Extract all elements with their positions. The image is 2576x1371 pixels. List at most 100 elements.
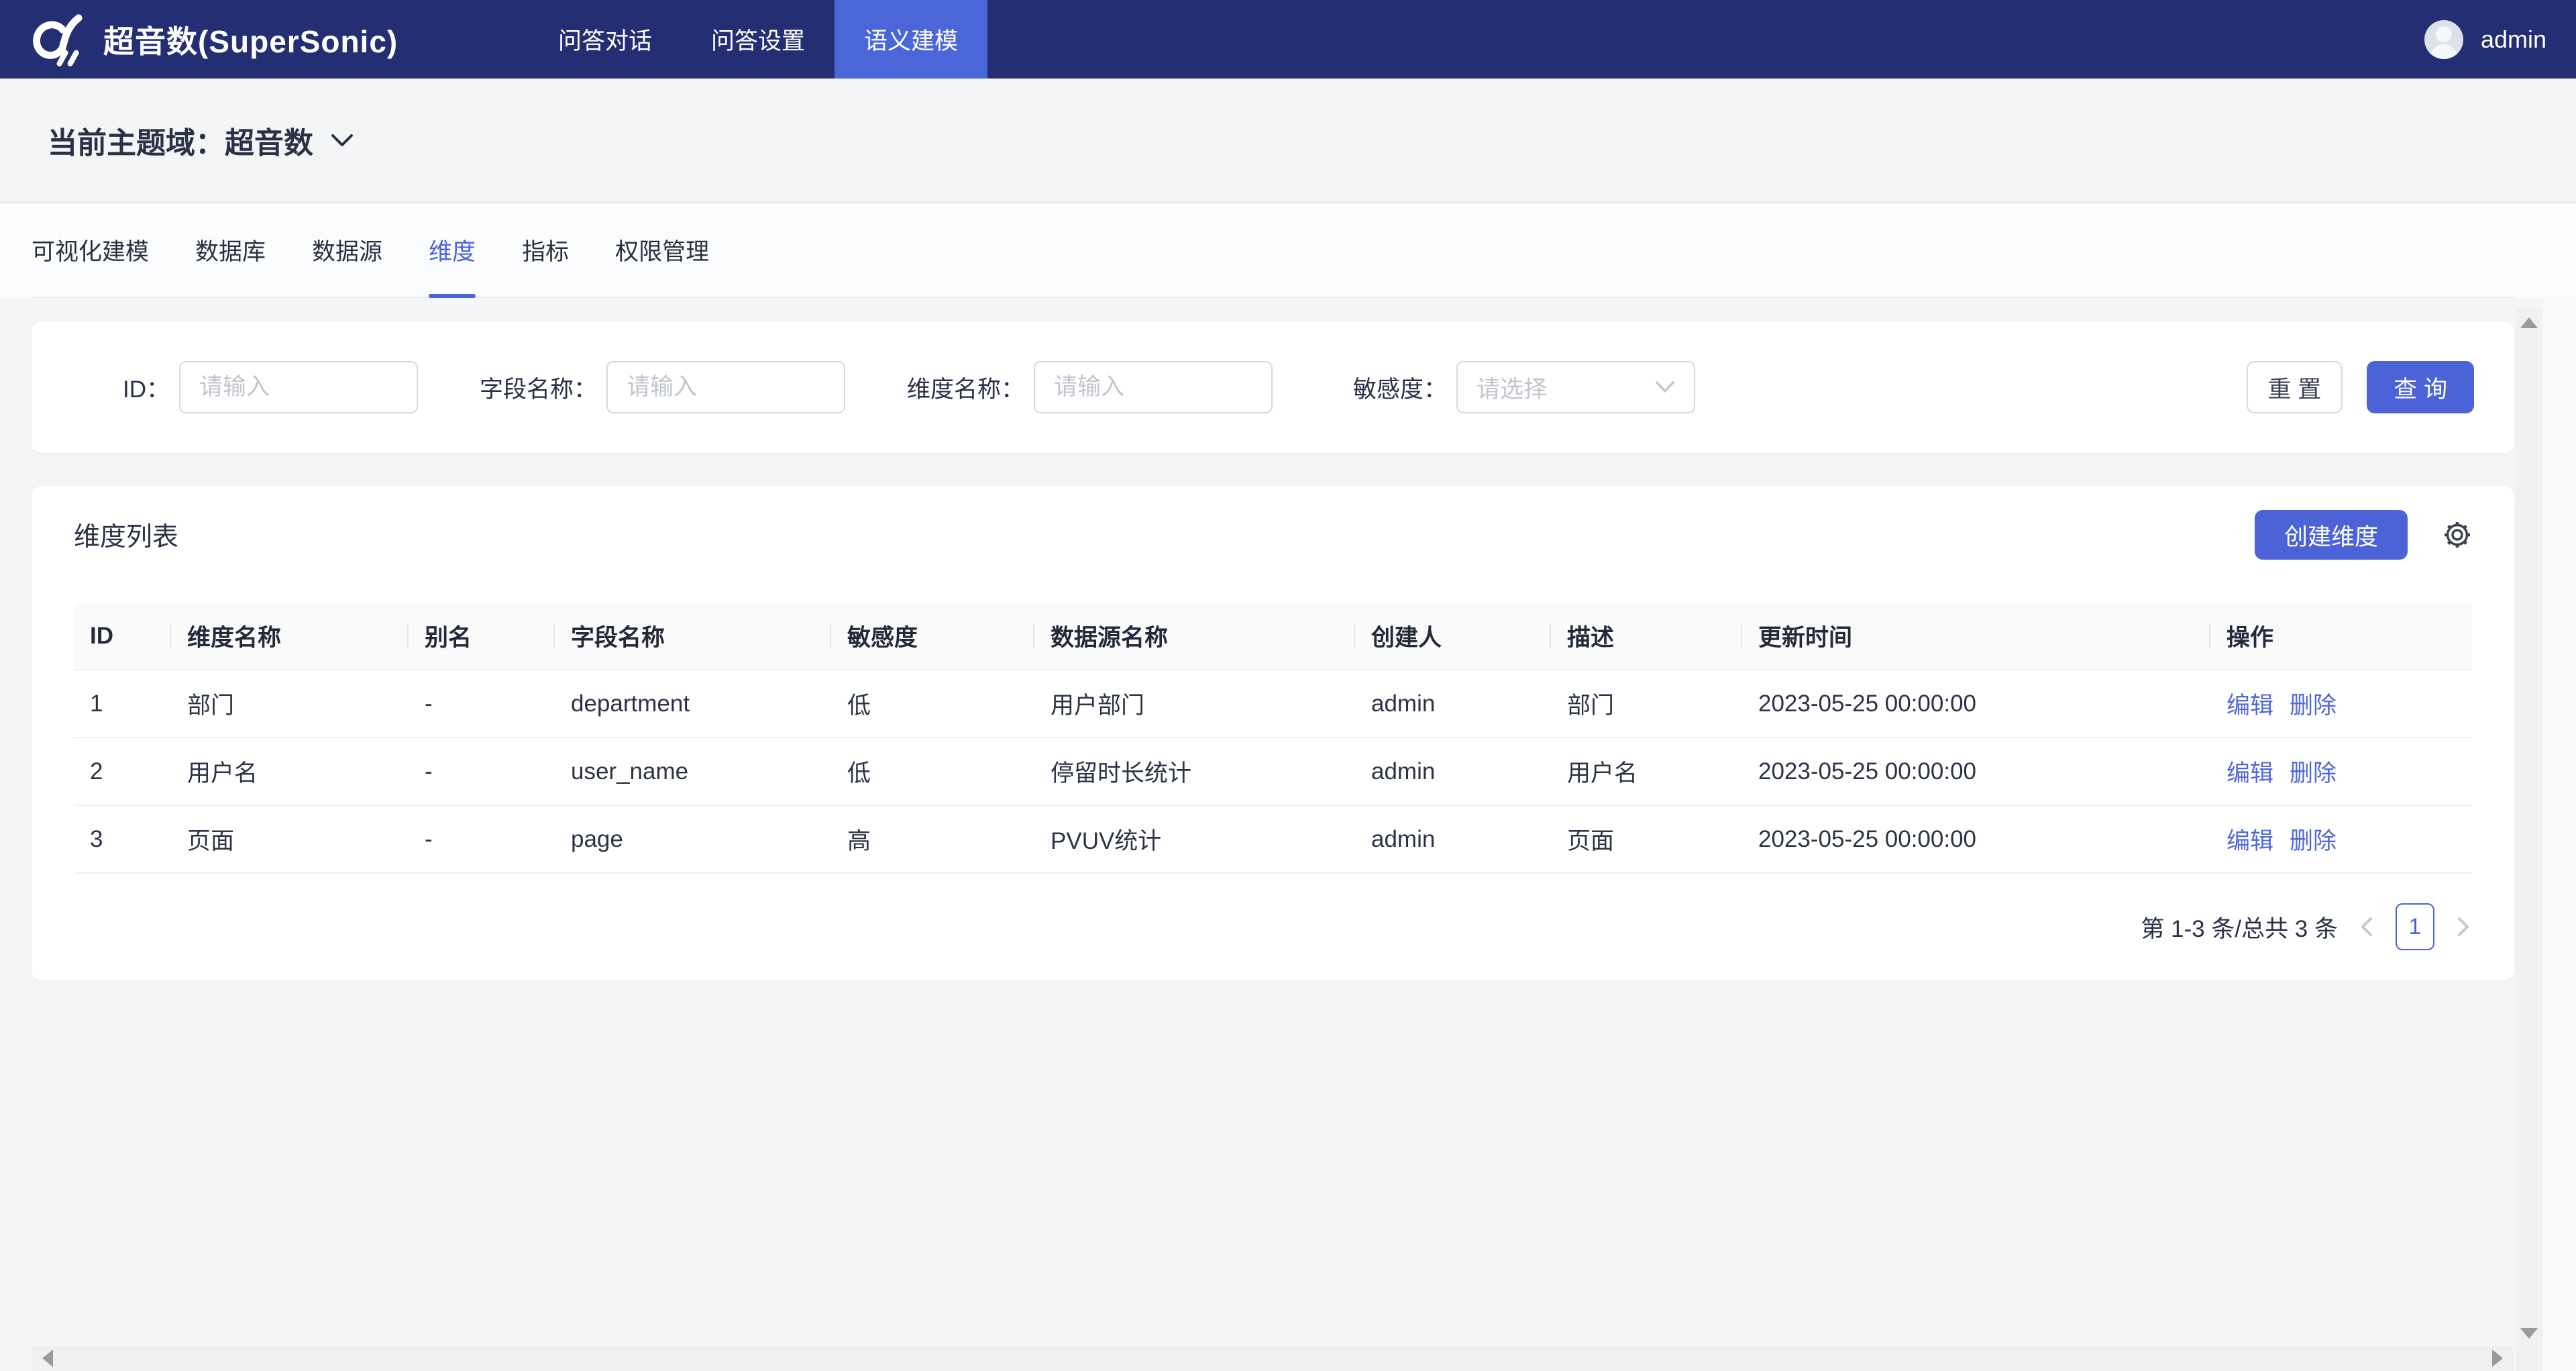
nav-item-问答对话[interactable]: 问答对话 (529, 0, 682, 79)
dimension-list-panel: 维度列表 创建维度 (32, 486, 2514, 980)
domain-bar: 当前主题域：超音数 (0, 79, 2576, 203)
tab-数据源[interactable]: 数据源 (312, 203, 382, 297)
scroll-down-arrow-icon[interactable] (2520, 1328, 2538, 1339)
table-cell-actions: 编辑删除 (2210, 670, 2472, 738)
column-header-敏感度: 敏感度 (831, 603, 1034, 670)
table-cell-actions: 编辑删除 (2210, 805, 2472, 873)
table-row: 1部门-department低用户部门admin部门2023-05-25 00:… (74, 670, 2472, 738)
tab-可视化建模[interactable]: 可视化建模 (32, 203, 149, 297)
delete-link[interactable]: 删除 (2290, 760, 2337, 786)
search-button[interactable]: 查 询 (2367, 361, 2474, 413)
table-cell: department (555, 670, 831, 738)
filter-panel: ID： 字段名称： 维度名称： 敏感度： 请选择 重 置 查 询 (32, 321, 2514, 453)
scroll-right-arrow-icon[interactable] (2492, 1350, 2503, 1367)
filter-item-id: ID： (123, 361, 418, 413)
user-menu[interactable]: admin (2424, 20, 2546, 59)
top-navbar: 超音数(SuperSonic) 问答对话问答设置语义建模 admin (0, 0, 2576, 79)
id-label: ID： (123, 370, 170, 405)
edit-link[interactable]: 编辑 (2226, 828, 2273, 854)
app-root: 超音数(SuperSonic) 问答对话问答设置语义建模 admin 当前主题域… (0, 0, 2576, 1371)
delete-link[interactable]: 删除 (2290, 828, 2337, 854)
supersonic-logo-icon (28, 11, 86, 68)
scroll-up-arrow-icon[interactable] (2520, 317, 2538, 328)
domain-label: 当前主题域：超音数 (48, 119, 313, 162)
table-cell: 页面 (1551, 805, 1742, 873)
table-cell: 用户名 (171, 738, 409, 805)
table-cell: - (409, 805, 555, 873)
table-cell: 用户部门 (1034, 670, 1355, 738)
column-header-ID: ID (74, 603, 171, 670)
table-cell: PVUV统计 (1034, 805, 1355, 873)
column-header-维度名称: 维度名称 (171, 603, 409, 670)
username: admin (2481, 26, 2546, 54)
brand-title: 超音数(SuperSonic) (103, 17, 398, 62)
table-cell: admin (1355, 738, 1551, 805)
create-dimension-button[interactable]: 创建维度 (2255, 510, 2408, 560)
table-cell-actions: 编辑删除 (2210, 738, 2472, 805)
table-cell: page (555, 805, 831, 873)
select-placeholder: 请选择 (1477, 370, 1547, 405)
tab-维度[interactable]: 维度 (429, 203, 476, 297)
table-cell: 用户名 (1551, 738, 1742, 805)
list-title: 维度列表 (74, 516, 178, 554)
table-header-row: ID维度名称别名字段名称敏感度数据源名称创建人描述更新时间操作 (74, 603, 2472, 670)
table-cell: 低 (831, 670, 1034, 738)
chevron-left-icon[interactable] (2358, 915, 2375, 938)
column-header-数据源名称: 数据源名称 (1034, 603, 1355, 670)
pagination: 第 1-3 条/总共 3 条 1 (74, 874, 2472, 980)
table-cell: admin (1355, 670, 1551, 738)
tabs: 可视化建模数据库数据源维度指标权限管理 (32, 203, 2514, 298)
table-cell: 部门 (171, 670, 409, 738)
edit-link[interactable]: 编辑 (2226, 693, 2273, 719)
column-header-创建人: 创建人 (1355, 603, 1551, 670)
table-cell: 停留时长统计 (1034, 738, 1355, 805)
filter-item-field-name: 字段名称： (480, 361, 845, 413)
delete-link[interactable]: 删除 (2290, 693, 2337, 719)
gear-icon[interactable] (2443, 520, 2472, 550)
nav-item-问答设置[interactable]: 问答设置 (682, 0, 835, 79)
tab-指标[interactable]: 指标 (522, 203, 569, 297)
avatar (2424, 20, 2463, 59)
column-header-更新时间: 更新时间 (1742, 603, 2210, 670)
dimension-table: ID维度名称别名字段名称敏感度数据源名称创建人描述更新时间操作 1部门-depa… (74, 603, 2472, 874)
table-cell: 2 (74, 738, 171, 805)
column-header-别名: 别名 (409, 603, 555, 670)
chevron-down-icon (1655, 380, 1675, 394)
table-cell: 1 (74, 670, 171, 738)
table-cell: admin (1355, 805, 1551, 873)
column-header-描述: 描述 (1551, 603, 1742, 670)
dimension-name-label: 维度名称： (907, 370, 1024, 405)
filter-item-dimension-name: 维度名称： (907, 361, 1273, 413)
pagination-summary: 第 1-3 条/总共 3 条 (2141, 910, 2338, 944)
horizontal-scrollbar[interactable] (32, 1346, 2514, 1371)
table-cell: 2023-05-25 00:00:00 (1742, 805, 2210, 873)
filter-buttons: 重 置 查 询 (2247, 361, 2474, 413)
scroll-left-arrow-icon[interactable] (42, 1350, 53, 1367)
tab-数据库[interactable]: 数据库 (195, 203, 266, 297)
tab-权限管理[interactable]: 权限管理 (615, 203, 709, 297)
dimension-name-input[interactable] (1034, 361, 1273, 413)
table-cell: 部门 (1551, 670, 1742, 738)
table-cell: 2023-05-25 00:00:00 (1742, 738, 2210, 805)
id-input[interactable] (179, 361, 418, 413)
table-cell: user_name (555, 738, 831, 805)
page-number-button[interactable]: 1 (2396, 903, 2434, 950)
table-cell: - (409, 670, 555, 738)
main-nav-menu: 问答对话问答设置语义建模 (529, 0, 987, 79)
edit-link[interactable]: 编辑 (2226, 760, 2273, 786)
table-cell: 2023-05-25 00:00:00 (1742, 670, 2210, 738)
chevron-down-icon[interactable] (331, 133, 354, 148)
table-row: 3页面-page高PVUV统计admin页面2023-05-25 00:00:0… (74, 805, 2472, 873)
column-header-字段名称: 字段名称 (555, 603, 831, 670)
table-cell: 3 (74, 805, 171, 873)
vertical-scrollbar[interactable] (2516, 308, 2542, 1371)
nav-item-语义建模[interactable]: 语义建模 (835, 0, 987, 79)
sensitivity-select[interactable]: 请选择 (1456, 361, 1695, 413)
filter-item-sensitivity: 敏感度： 请选择 (1353, 361, 1695, 413)
brand-logo[interactable]: 超音数(SuperSonic) (28, 11, 398, 68)
sensitivity-label: 敏感度： (1353, 370, 1447, 405)
table-cell: 页面 (171, 805, 409, 873)
field-name-input[interactable] (606, 361, 845, 413)
reset-button[interactable]: 重 置 (2247, 361, 2343, 413)
chevron-right-icon[interactable] (2455, 915, 2472, 938)
